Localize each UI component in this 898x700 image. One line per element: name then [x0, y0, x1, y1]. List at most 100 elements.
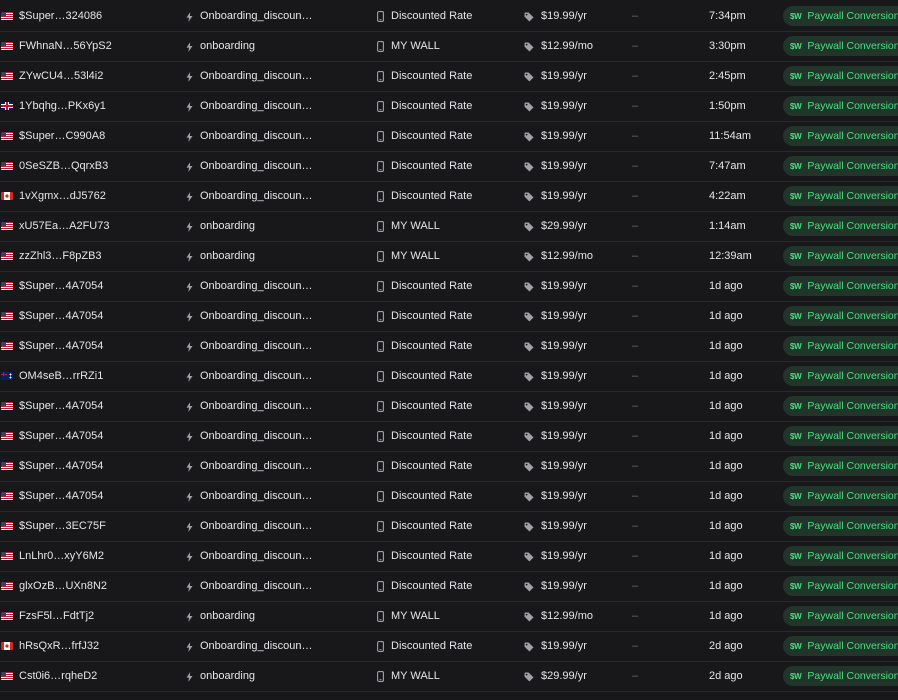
- paywall-cell[interactable]: Discounted Rate: [377, 302, 517, 331]
- event-badge-cell[interactable]: $W Paywall Conversion: [783, 2, 898, 31]
- status-badge[interactable]: $W Paywall Conversion: [783, 516, 898, 536]
- paywall-name[interactable]: Discounted Rate: [391, 190, 472, 202]
- paywall-cell[interactable]: Discounted Rate: [377, 152, 517, 181]
- campaign-name[interactable]: Onboarding_discoun…: [200, 190, 313, 202]
- user-cell[interactable]: $Super…4A7054: [0, 482, 176, 511]
- campaign-name[interactable]: Onboarding_discoun…: [200, 70, 313, 82]
- event-badge-cell[interactable]: $W Paywall Conversion: [783, 632, 898, 661]
- event-badge-cell[interactable]: $W Paywall Conversion: [783, 92, 898, 121]
- paywall-name[interactable]: MY WALL: [391, 670, 440, 682]
- paywall-cell[interactable]: Discounted Rate: [377, 92, 517, 121]
- user-id[interactable]: $Super…4A7054: [19, 280, 103, 292]
- paywall-name[interactable]: MY WALL: [391, 250, 440, 262]
- user-cell[interactable]: xU57Ea…A2FU73: [0, 212, 176, 241]
- user-id[interactable]: $Super…3EC75F: [19, 520, 106, 532]
- paywall-cell[interactable]: Discounted Rate: [377, 392, 517, 421]
- paywall-cell[interactable]: Discounted Rate: [377, 62, 517, 91]
- campaign-cell[interactable]: Onboarding_discoun…: [186, 2, 366, 31]
- user-cell[interactable]: FzsF5l…FdtTj2: [0, 602, 176, 631]
- user-cell[interactable]: 1Ybqhg…PKx6y1: [0, 92, 176, 121]
- status-badge[interactable]: $W Paywall Conversion: [783, 156, 898, 176]
- paywall-name[interactable]: Discounted Rate: [391, 400, 472, 412]
- campaign-cell[interactable]: Onboarding_discoun…: [186, 182, 366, 211]
- user-id[interactable]: 1vXgmx…dJ5762: [19, 190, 106, 202]
- event-badge-cell[interactable]: $W Paywall Conversion: [783, 422, 898, 451]
- paywall-cell[interactable]: MY WALL: [377, 212, 517, 241]
- campaign-cell[interactable]: Onboarding_discoun…: [186, 512, 366, 541]
- table-row[interactable]: 1Ybqhg…PKx6y1 Onboarding_discoun… Discou…: [0, 92, 898, 122]
- status-badge[interactable]: $W Paywall Conversion: [783, 546, 898, 566]
- campaign-name[interactable]: onboarding: [200, 610, 255, 622]
- status-badge[interactable]: $W Paywall Conversion: [783, 606, 898, 626]
- status-badge[interactable]: $W Paywall Conversion: [783, 96, 898, 116]
- paywall-name[interactable]: MY WALL: [391, 610, 440, 622]
- user-id[interactable]: 0SeSZB…QqrxB3: [19, 160, 108, 172]
- paywall-cell[interactable]: Discounted Rate: [377, 182, 517, 211]
- paywall-name[interactable]: Discounted Rate: [391, 520, 472, 532]
- event-badge-cell[interactable]: $W Paywall Conversion: [783, 212, 898, 241]
- table-row[interactable]: FzsF5l…FdtTj2 onboarding MY WALL $12.99/…: [0, 602, 898, 632]
- table-row[interactable]: hRsQxR…frfJ32 Onboarding_discoun… Discou…: [0, 632, 898, 662]
- event-badge-cell[interactable]: $W Paywall Conversion: [783, 272, 898, 301]
- campaign-name[interactable]: Onboarding_discoun…: [200, 100, 313, 112]
- campaign-name[interactable]: Onboarding_discoun…: [200, 550, 313, 562]
- campaign-name[interactable]: Onboarding_discoun…: [200, 460, 313, 472]
- event-badge-cell[interactable]: $W Paywall Conversion: [783, 452, 898, 481]
- table-row[interactable]: $Super…4A7054 Onboarding_discoun… Discou…: [0, 302, 898, 332]
- user-id[interactable]: $Super…C990A8: [19, 130, 105, 142]
- paywall-name[interactable]: Discounted Rate: [391, 640, 472, 652]
- paywall-name[interactable]: Discounted Rate: [391, 340, 472, 352]
- status-badge[interactable]: $W Paywall Conversion: [783, 306, 898, 326]
- paywall-cell[interactable]: Discounted Rate: [377, 422, 517, 451]
- paywall-cell[interactable]: Discounted Rate: [377, 632, 517, 661]
- user-id[interactable]: LnLhr0…xyY6M2: [19, 550, 104, 562]
- campaign-name[interactable]: Onboarding_discoun…: [200, 580, 313, 592]
- status-badge[interactable]: $W Paywall Conversion: [783, 366, 898, 386]
- user-id[interactable]: OM4seB…rrRZi1: [19, 370, 103, 382]
- paywall-name[interactable]: Discounted Rate: [391, 160, 472, 172]
- campaign-cell[interactable]: Onboarding_discoun…: [186, 92, 366, 121]
- event-badge-cell[interactable]: $W Paywall Conversion: [783, 542, 898, 571]
- paywall-name[interactable]: Discounted Rate: [391, 310, 472, 322]
- user-cell[interactable]: $Super…4A7054: [0, 452, 176, 481]
- campaign-name[interactable]: Onboarding_discoun…: [200, 400, 313, 412]
- table-row[interactable]: $Super…4A7054 Onboarding_discoun… Discou…: [0, 392, 898, 422]
- status-badge[interactable]: $W Paywall Conversion: [783, 486, 898, 506]
- status-badge[interactable]: $W Paywall Conversion: [783, 276, 898, 296]
- event-badge-cell[interactable]: $W Paywall Conversion: [783, 332, 898, 361]
- user-id[interactable]: $Super…4A7054: [19, 490, 103, 502]
- event-badge-cell[interactable]: $W Paywall Conversion: [783, 602, 898, 631]
- campaign-name[interactable]: onboarding: [200, 40, 255, 52]
- user-id[interactable]: ZYwCU4…53l4i2: [19, 70, 103, 82]
- event-badge-cell[interactable]: $W Paywall Conversion: [783, 392, 898, 421]
- campaign-name[interactable]: onboarding: [200, 250, 255, 262]
- campaign-cell[interactable]: onboarding: [186, 662, 366, 691]
- campaign-name[interactable]: Onboarding_discoun…: [200, 130, 313, 142]
- status-badge[interactable]: $W Paywall Conversion: [783, 666, 898, 686]
- paywall-name[interactable]: Discounted Rate: [391, 130, 472, 142]
- event-badge-cell[interactable]: $W Paywall Conversion: [783, 62, 898, 91]
- event-badge-cell[interactable]: $W Paywall Conversion: [783, 182, 898, 211]
- paywall-cell[interactable]: MY WALL: [377, 602, 517, 631]
- paywall-cell[interactable]: Discounted Rate: [377, 482, 517, 511]
- campaign-cell[interactable]: Onboarding_discoun…: [186, 482, 366, 511]
- status-badge[interactable]: $W Paywall Conversion: [783, 216, 898, 236]
- paywall-cell[interactable]: MY WALL: [377, 242, 517, 271]
- user-cell[interactable]: Cst0i6…rqheD2: [0, 662, 176, 691]
- status-badge[interactable]: $W Paywall Conversion: [783, 576, 898, 596]
- campaign-name[interactable]: Onboarding_discoun…: [200, 490, 313, 502]
- table-row[interactable]: FWhnaN…56YpS2 onboarding MY WALL $12.99/…: [0, 32, 898, 62]
- user-id[interactable]: $Super…4A7054: [19, 310, 103, 322]
- event-badge-cell[interactable]: $W Paywall Conversion: [783, 482, 898, 511]
- paywall-name[interactable]: Discounted Rate: [391, 580, 472, 592]
- paywall-cell[interactable]: Discounted Rate: [377, 572, 517, 601]
- user-cell[interactable]: $Super…3EC75F: [0, 512, 176, 541]
- event-badge-cell[interactable]: $W Paywall Conversion: [783, 152, 898, 181]
- table-row[interactable]: $Super…3EC75F Onboarding_discoun… Discou…: [0, 512, 898, 542]
- table-row[interactable]: $Super…4A7054 Onboarding_discoun… Discou…: [0, 422, 898, 452]
- paywall-cell[interactable]: MY WALL: [377, 662, 517, 691]
- paywall-name[interactable]: Discounted Rate: [391, 70, 472, 82]
- user-id[interactable]: hRsQxR…frfJ32: [19, 640, 99, 652]
- campaign-cell[interactable]: Onboarding_discoun…: [186, 302, 366, 331]
- campaign-cell[interactable]: Onboarding_discoun…: [186, 452, 366, 481]
